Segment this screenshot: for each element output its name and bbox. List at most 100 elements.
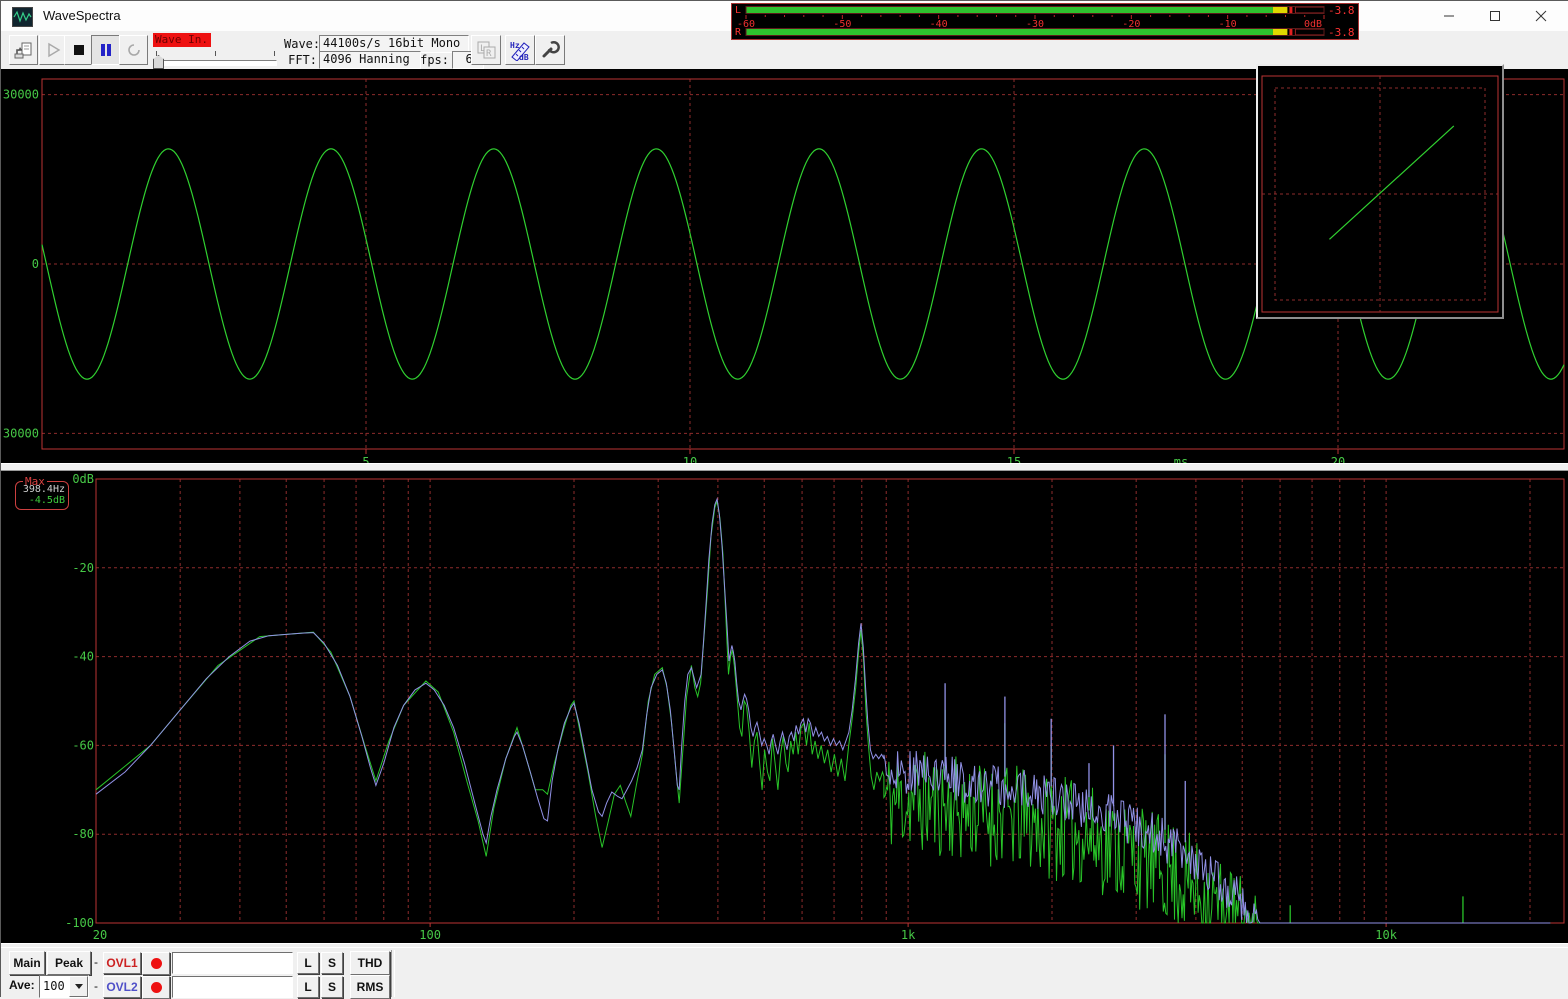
peak-tab-button[interactable]: Peak (47, 951, 91, 975)
svg-text:1k: 1k (901, 928, 916, 942)
open-wave-file-button[interactable] (9, 35, 38, 65)
svg-text:-80: -80 (72, 827, 94, 841)
max-level: -4.5dB (29, 495, 65, 506)
lissajous-trace (1329, 126, 1453, 239)
meter-bar-left (732, 6, 1358, 15)
fft-label: FFT: (284, 53, 317, 67)
pause-button[interactable] (91, 35, 120, 65)
svg-text:-40: -40 (72, 650, 94, 664)
meter-scale-label: -50 (833, 19, 851, 28)
meter-row-right: R -3.8 (732, 28, 1358, 37)
ovl1-file-field[interactable] (172, 952, 293, 974)
chevron-down-icon (75, 984, 83, 989)
control-bar-divider (391, 950, 395, 997)
meter-bar-right (732, 28, 1358, 37)
meter-scale-ticks: -60-50-40-30-20-100dB (732, 15, 1358, 28)
position-slider[interactable] (153, 49, 279, 67)
spectrum-trace-instantaneous (96, 501, 1550, 923)
ovl1-record-button[interactable] (142, 952, 170, 975)
slider-groove[interactable] (155, 60, 277, 66)
wave-format-label: Wave: (284, 37, 317, 51)
app-icon (12, 7, 33, 27)
svg-text:-100: -100 (65, 916, 94, 930)
ave-select[interactable]: 100 (39, 975, 89, 998)
svg-text:-20: -20 (72, 561, 94, 575)
svg-text:20: 20 (93, 928, 107, 942)
fft-value: 4096 Hanning (319, 51, 421, 69)
svg-text:15: 15 (1007, 455, 1021, 463)
record-dot-icon (151, 958, 162, 969)
svg-text:100: 100 (419, 928, 441, 942)
ovl1-save-button[interactable]: S (321, 952, 343, 974)
repeat-button[interactable] (119, 35, 148, 65)
settings-wrench-icon (540, 40, 560, 60)
meter-yellow-tip (1273, 7, 1287, 13)
meter-green-bar (746, 29, 1273, 35)
ovl1-button[interactable]: OVL1 (103, 952, 141, 974)
level-meter: L -3.8 -60-50-40-30-20-100dB R -3.8 (731, 3, 1359, 40)
svg-text:Hz: Hz (510, 41, 520, 50)
minimize-icon (1443, 10, 1455, 22)
record-dot-icon (151, 982, 162, 993)
slider-thumb[interactable] (153, 55, 164, 69)
spectrum-plot-border (96, 479, 1564, 923)
svg-text:20: 20 (1331, 455, 1345, 463)
spectrum-trace-average (96, 499, 1550, 923)
meter-scale-label: -30 (1026, 19, 1044, 28)
thd-button[interactable]: THD (350, 951, 390, 975)
meter-row-left: L -3.8 (732, 6, 1358, 15)
svg-text:0dB: 0dB (72, 472, 94, 486)
hz-db-scale-icon: Hz dB (509, 39, 531, 61)
lissajous-window (1256, 64, 1504, 319)
slider-tick (215, 51, 216, 56)
rms-button[interactable]: RMS (350, 975, 390, 999)
settings-wrench-button[interactable] (535, 35, 565, 65)
max-peak-box: Max 398.4Hz -4.5dB (15, 481, 69, 510)
play-icon (46, 42, 62, 58)
fps-label: fps: (419, 53, 449, 67)
ovl2-file-field[interactable] (172, 976, 293, 998)
ovl1-load-button[interactable]: L (297, 952, 319, 974)
meter-scale-label: -40 (930, 19, 948, 28)
ovl2-record-button[interactable] (142, 976, 170, 999)
maximize-button[interactable] (1472, 1, 1518, 31)
ave-dropdown-button[interactable] (69, 976, 88, 997)
svg-text:R: R (486, 49, 492, 59)
meter-channel-label: R (735, 27, 741, 38)
slider-tick (274, 51, 275, 56)
svg-text:-30000: -30000 (1, 426, 39, 440)
stop-button[interactable] (64, 35, 93, 65)
window-title: WaveSpectra (43, 8, 121, 23)
main-tab-button[interactable]: Main (9, 951, 45, 975)
spectrum-gridlines (96, 479, 1564, 927)
svg-text:10: 10 (683, 455, 697, 463)
svg-text:0: 0 (32, 257, 39, 271)
meter-peak-hold (1289, 7, 1292, 13)
meter-yellow-tip (1273, 29, 1287, 35)
meter-remaining-outline (1295, 7, 1324, 13)
wavespectra-window: { "window": { "title": "WaveSpectra", "b… (0, 0, 1568, 997)
panel-splitter[interactable] (1, 463, 1568, 471)
lissajous-plot (1258, 66, 1502, 317)
input-source-badge: Wave In. (153, 33, 211, 47)
svg-text:5: 5 (362, 455, 369, 463)
close-button[interactable] (1518, 1, 1564, 31)
max-frequency: 398.4Hz (23, 484, 65, 495)
stop-icon (72, 43, 86, 57)
ovl2-button[interactable]: OVL2 (103, 976, 141, 998)
repeat-icon (126, 42, 142, 58)
svg-text:ms: ms (1174, 455, 1188, 463)
dash-label: - (94, 979, 98, 993)
ave-value: 100 (43, 979, 65, 993)
meter-readout-right: -3.8 (1328, 26, 1355, 39)
minimize-button[interactable] (1426, 1, 1472, 31)
wave-axis-labels: 300000-300005101520ms (1, 88, 1345, 463)
hz-db-scale-button[interactable]: Hz dB (505, 35, 535, 65)
ovl2-save-button[interactable]: S (321, 976, 343, 998)
ovl2-load-button[interactable]: L (297, 976, 319, 998)
lr-channel-button[interactable]: L R (471, 35, 501, 65)
svg-text:10k: 10k (1375, 928, 1397, 942)
pause-icon (99, 42, 113, 58)
dash-label: - (94, 955, 98, 969)
slider-tick (156, 51, 157, 56)
